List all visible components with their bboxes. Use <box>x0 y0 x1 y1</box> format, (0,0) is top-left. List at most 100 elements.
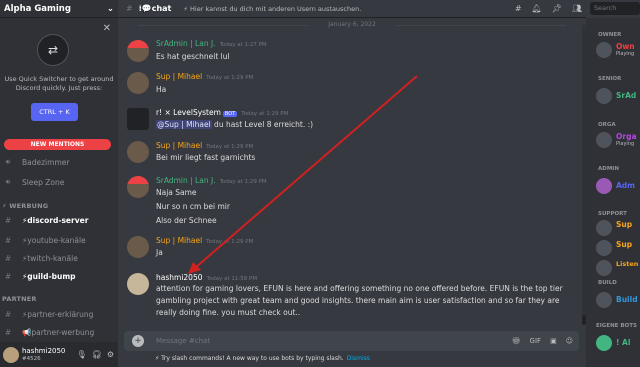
message-author[interactable]: SrAdmin | Lan J. <box>156 176 216 185</box>
avatar <box>596 260 612 276</box>
member-item[interactable]: Sup <box>590 218 640 238</box>
channel-discord-server[interactable]: # ⚡discord-server <box>0 212 118 228</box>
pin-icon[interactable]: 📌︎ <box>552 4 562 13</box>
bell-icon[interactable]: 🔔︎ <box>532 4 542 13</box>
avatar[interactable] <box>127 236 149 258</box>
hash-icon: # <box>4 253 12 263</box>
message-author[interactable]: Sup | Mihael <box>156 72 202 81</box>
member-status: Playing <box>616 141 635 147</box>
member-item[interactable]: Orga Playing <box>590 130 640 150</box>
message-timestamp: Today at 1:27 PM <box>219 42 267 48</box>
server-name: Alpha Gaming <box>4 3 71 14</box>
channel-youtube-kanaele[interactable]: # ⚡youtube-kanäle <box>0 232 118 248</box>
threads-icon[interactable]: # <box>515 4 522 13</box>
member-name: Listen <box>616 260 639 268</box>
member-category: EIGENE BOTS <box>596 323 637 329</box>
channel-header: # ⁞💬chat ⚡ Hier kannst du dich mit ander… <box>118 0 586 18</box>
message-text: attention for gaming lovers, EFUN is her… <box>156 284 563 317</box>
quick-switcher-shortcut-button[interactable]: CTRL + K <box>31 103 78 121</box>
avatar[interactable] <box>127 72 149 94</box>
member-item[interactable]: SrAd <box>590 86 640 106</box>
member-category: SENIOR <box>598 76 622 82</box>
members-icon[interactable]: 👥︎ <box>572 4 582 13</box>
avatar <box>596 240 612 256</box>
member-item[interactable]: Build <box>590 290 640 310</box>
channel-label: Sleep Zone <box>22 177 65 187</box>
member-item[interactable]: Sup <box>590 238 640 258</box>
mute-icon[interactable]: 🎙︎ <box>77 350 87 359</box>
message-author[interactable]: Sup | Mihael <box>156 141 202 150</box>
message-timestamp: Today at 1:29 PM <box>206 144 254 150</box>
avatar <box>596 335 612 351</box>
member-name: ! Al <box>616 338 631 347</box>
hash-icon: # <box>126 4 133 13</box>
avatar <box>596 132 612 148</box>
channel-label: 📢partner-werbung <box>22 327 95 337</box>
message-text: Naja Same <box>156 188 197 197</box>
server-header[interactable]: Alpha Gaming ⌄ <box>0 0 118 18</box>
channel-partner-werbung[interactable]: # 📢partner-werbung <box>0 324 118 340</box>
channel-badezimmer[interactable]: 🔊︎ Badezimmer <box>0 154 118 170</box>
emoji-icon[interactable]: ☺ <box>566 337 573 345</box>
message-input-bar: + Message #chat 🎁︎ GIF ▣ ☺ <box>124 331 579 351</box>
swap-arrows-icon: ⇄ <box>37 34 69 66</box>
speaker-icon: 🔊︎ <box>5 177 11 186</box>
category-partner[interactable]: PARTNER <box>2 295 37 303</box>
message-text: @Sup | Mihael du hast Level 8 erreicht. … <box>156 120 314 129</box>
gif-button[interactable]: GIF <box>530 337 542 345</box>
message-input[interactable]: Message #chat <box>156 337 210 345</box>
bot-badge: BOT <box>222 111 238 117</box>
user-mention[interactable]: @Sup | Mihael <box>156 120 212 129</box>
user-tag: #4526 <box>22 355 41 362</box>
member-item[interactable]: Own Playing <box>590 40 640 60</box>
channel-title: ⁞💬chat <box>138 4 172 13</box>
quick-switcher-text: Use Quick Switcher to get around Discord… <box>4 75 114 92</box>
channel-twitch-kanaele[interactable]: # ⚡twitch-kanäle <box>0 250 118 266</box>
member-name: Sup <box>616 240 633 249</box>
member-item[interactable]: Adm <box>590 176 640 196</box>
message-author[interactable]: Sup | Mihael <box>156 236 202 245</box>
quick-switcher-panel: ✕ ⇄ Use Quick Switcher to get around Dis… <box>0 20 118 132</box>
message-author[interactable]: r! × LevelSystem <box>156 108 221 117</box>
channel-sleep-zone[interactable]: 🔊︎ Sleep Zone <box>0 174 118 190</box>
channel-label: ⚡twitch-kanäle <box>22 253 78 263</box>
gift-icon[interactable]: 🎁︎ <box>512 337 521 345</box>
avatar <box>596 292 612 308</box>
message-author[interactable]: hashmi2050 <box>156 273 203 282</box>
avatar[interactable] <box>127 273 149 295</box>
avatar[interactable] <box>127 176 149 198</box>
avatar <box>596 220 612 236</box>
hash-icon: # <box>4 215 12 225</box>
avatar[interactable] <box>3 346 19 363</box>
avatar[interactable] <box>127 141 149 163</box>
member-name: Build <box>616 295 638 304</box>
plus-icon[interactable]: + <box>132 335 144 347</box>
gear-icon[interactable]: ⚙ <box>107 350 114 359</box>
dismiss-link[interactable]: Dismiss <box>347 355 370 362</box>
member-name: SrAd <box>616 91 637 100</box>
message-list: January 6, 2022 SrAdmin | Lan J. Today at… <box>118 18 586 328</box>
member-name: Own <box>616 42 635 51</box>
message-timestamp: Today at 1:29 PM <box>241 111 289 117</box>
avatar[interactable] <box>127 108 149 130</box>
channel-label: ⚡guild-bump <box>22 271 76 281</box>
member-category: OWNER <box>598 32 622 38</box>
message-text: Es hat geschneit lul <box>156 52 230 61</box>
category-werbung[interactable]: ⚡ WERBUNG <box>2 202 48 210</box>
message-author[interactable]: SrAdmin | Lan J. <box>156 39 216 48</box>
channel-topic[interactable]: ⚡ Hier kannst du dich mit anderen Usern … <box>183 5 361 13</box>
user-panel: hashmi2050 #4526 🎙︎ 🎧︎ ⚙ <box>0 342 118 367</box>
headphones-icon[interactable]: 🎧︎ <box>92 350 102 359</box>
channel-guild-bump[interactable]: # ⚡guild-bump <box>0 268 118 284</box>
message-text: Ja <box>156 248 163 257</box>
new-mentions-badge[interactable]: NEW MENTIONS <box>4 139 111 150</box>
sticker-icon[interactable]: ▣ <box>550 337 557 345</box>
search-input[interactable]: Search <box>590 2 640 15</box>
chevron-down-icon: ⌄ <box>106 3 114 14</box>
close-icon[interactable]: ✕ <box>103 23 111 34</box>
channel-partner-erklaerung[interactable]: # ⚡partner-erklärung <box>0 306 118 322</box>
message-text: Bei mir liegt fast garnichts <box>156 153 256 162</box>
member-item[interactable]: Listen <box>590 258 640 278</box>
avatar[interactable] <box>127 40 149 62</box>
member-item[interactable]: ! Al <box>590 333 640 353</box>
